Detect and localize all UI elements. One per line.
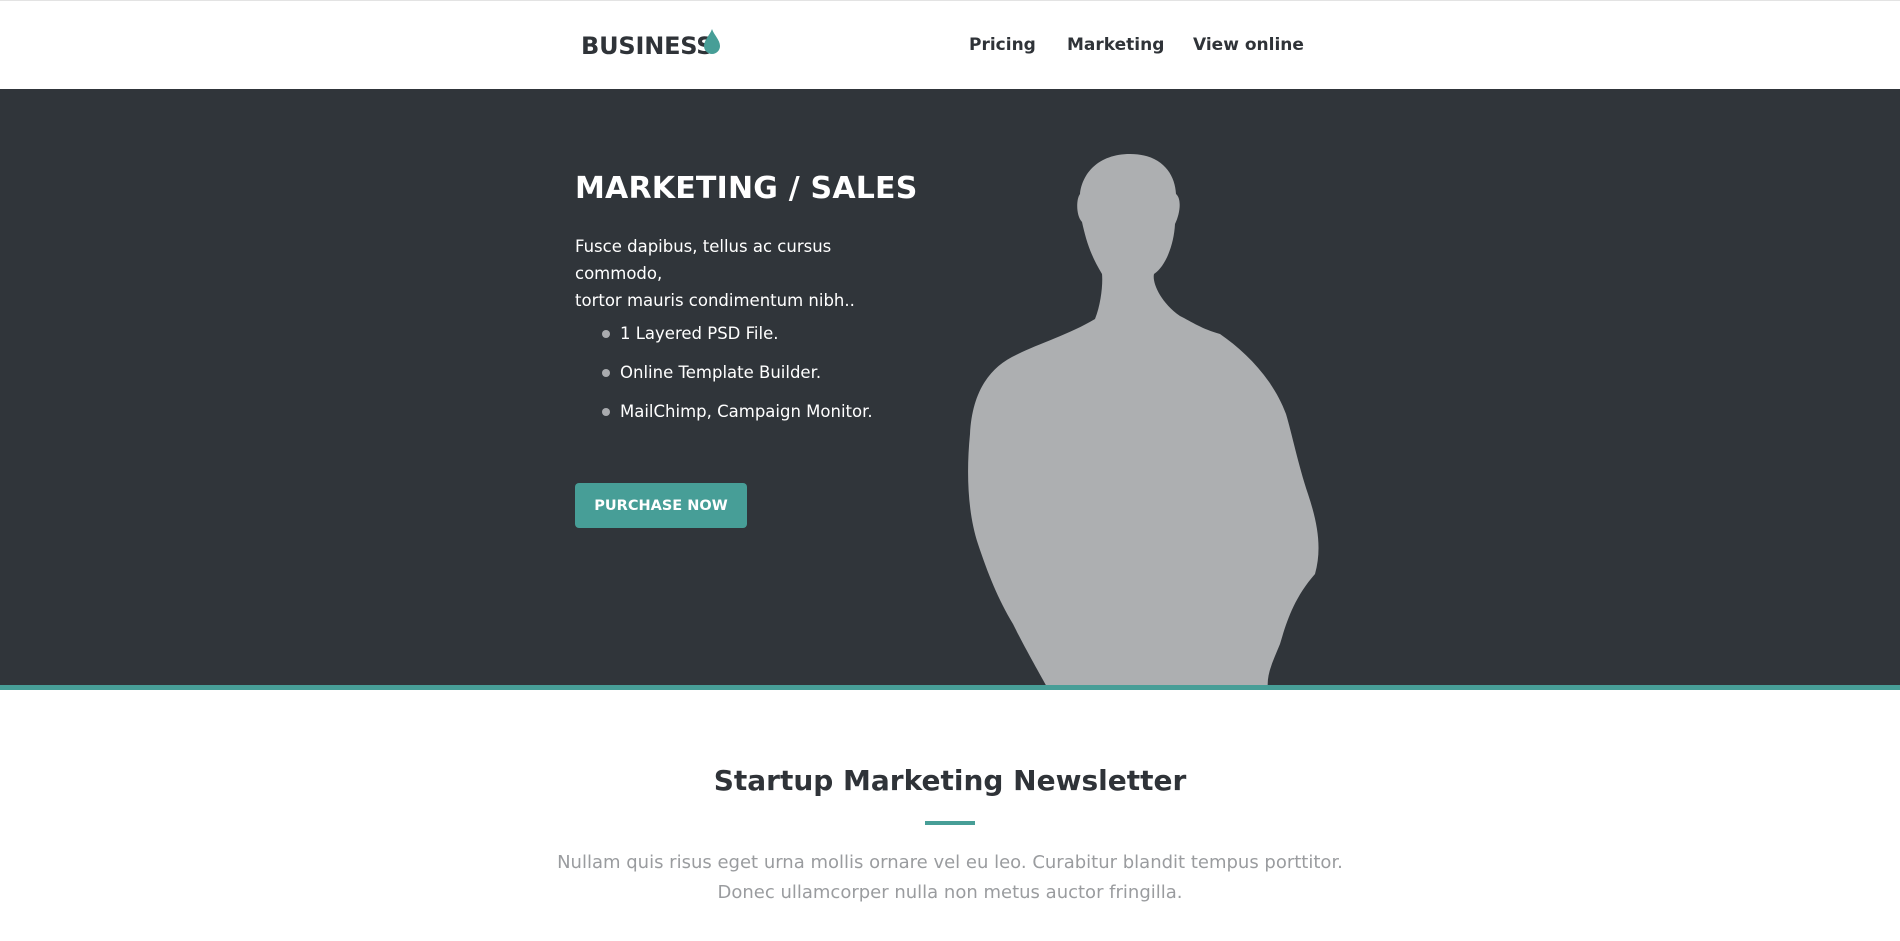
newsletter-title: Startup Marketing Newsletter: [713, 764, 1187, 797]
feature-item: 1 Layered PSD File.: [575, 321, 873, 360]
title-underline: [925, 821, 975, 825]
hero-section: MARKETING / SALES Fusce dapibus, tellus …: [0, 89, 1900, 685]
person-silhouette-image: [968, 154, 1319, 685]
newsletter-text: Nullam quis risus eget urna mollis ornar…: [0, 848, 1900, 908]
hero-description-line: tortor mauris condimentum nibh..: [575, 291, 855, 310]
hero-title: MARKETING / SALES: [575, 171, 918, 206]
bullet-dot-icon: [602, 369, 610, 377]
nav-link-marketing[interactable]: Marketing: [1067, 35, 1164, 55]
business-logo[interactable]: BUSINESS: [581, 32, 714, 60]
drop-icon: [704, 29, 720, 54]
hero-accent-divider: [0, 685, 1900, 690]
newsletter-text-line: Nullam quis risus eget urna mollis ornar…: [557, 852, 1343, 873]
feature-item: MailChimp, Campaign Monitor.: [575, 399, 873, 438]
bullet-dot-icon: [602, 408, 610, 416]
feature-label: Online Template Builder.: [620, 363, 822, 382]
purchase-now-button[interactable]: PURCHASE NOW: [575, 483, 747, 528]
feature-item: Online Template Builder.: [575, 360, 873, 399]
hero-description: Fusce dapibus, tellus ac cursus commodo,…: [575, 233, 915, 314]
feature-label: 1 Layered PSD File.: [620, 324, 779, 343]
feature-list: 1 Layered PSD File. Online Template Buil…: [575, 321, 873, 438]
feature-label: MailChimp, Campaign Monitor.: [620, 402, 873, 421]
hero-description-line: Fusce dapibus, tellus ac cursus commodo,: [575, 237, 832, 283]
nav-link-view-online[interactable]: View online: [1193, 35, 1304, 55]
newsletter-text-line: Donec ullamcorper nulla non metus auctor…: [717, 882, 1183, 903]
top-navigation-bar: BUSINESS Pricing Marketing View online: [0, 0, 1900, 90]
nav-link-pricing[interactable]: Pricing: [969, 35, 1036, 55]
bullet-dot-icon: [602, 330, 610, 338]
